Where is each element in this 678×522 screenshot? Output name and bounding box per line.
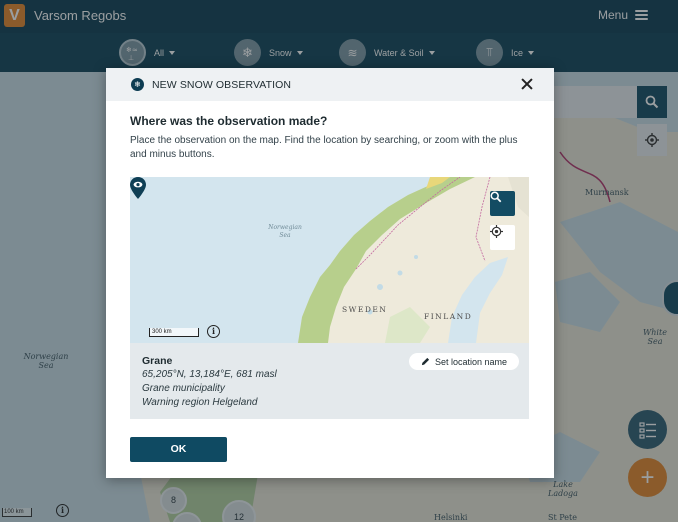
location-municipality: Grane municipality [142, 383, 225, 394]
selected-location-panel: Grane 65,205°N, 13,184°E, 681 masl Grane… [130, 343, 529, 419]
dialog-header: ❄ NEW SNOW OBSERVATION [106, 68, 554, 101]
map-country-label-sweden: SWEDEN [342, 305, 388, 314]
set-location-name-label: Set location name [434, 356, 508, 367]
map-attribution-info-icon[interactable]: i [207, 325, 220, 338]
close-icon[interactable] [520, 77, 534, 91]
my-location-button[interactable] [490, 225, 515, 250]
location-picker-map[interactable]: Norwegian Sea SWEDEN FINLAND 300 km i [130, 177, 529, 343]
location-question: Where was the observation made? [130, 114, 328, 128]
pencil-icon [421, 357, 430, 366]
dialog-title: NEW SNOW OBSERVATION [152, 79, 292, 91]
ok-button[interactable]: OK [130, 437, 227, 462]
map-sea-label: Norwegian Sea [268, 224, 302, 239]
search-icon [490, 191, 502, 203]
crosshair-icon [490, 225, 503, 238]
set-location-name-button[interactable]: Set location name [409, 353, 519, 370]
new-observation-dialog: ❄ NEW SNOW OBSERVATION Where was the obs… [106, 68, 554, 478]
map-scale-bar: 300 km [149, 328, 199, 337]
snowflake-icon: ❄ [131, 78, 144, 91]
map-country-label-finland: FINLAND [424, 312, 473, 321]
location-name: Grane [142, 355, 173, 367]
location-instructions: Place the observation on the map. Find t… [130, 135, 518, 160]
map-search-button[interactable] [490, 191, 515, 216]
location-warning-region: Warning region Helgeland [142, 397, 258, 408]
location-marker-icon[interactable] [130, 177, 146, 199]
location-coordinates: 65,205°N, 13,184°E, 681 masl [142, 369, 277, 380]
